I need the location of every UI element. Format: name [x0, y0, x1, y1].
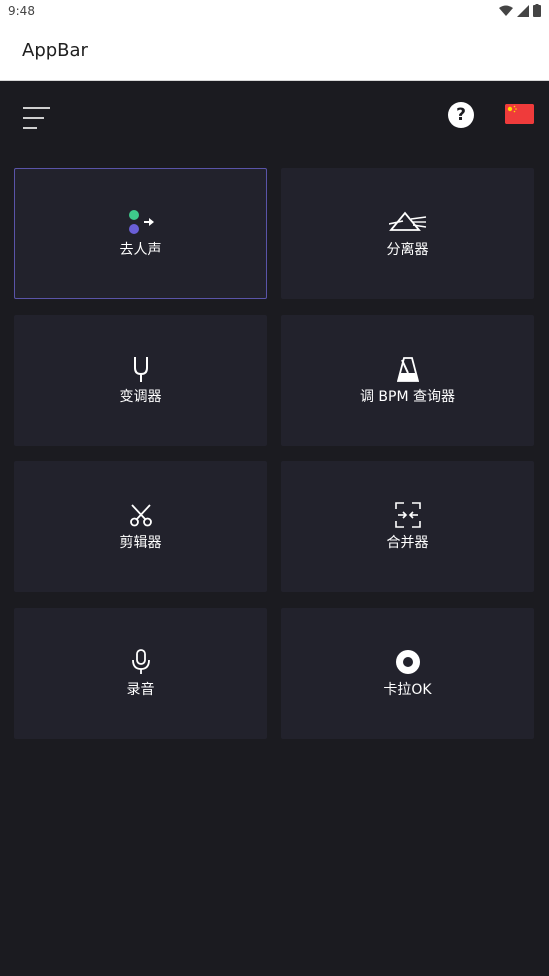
microphone-icon — [131, 648, 151, 675]
app-bar-title: AppBar — [22, 40, 88, 61]
tile-label: 卡拉OK — [383, 681, 432, 698]
toolbar: ? — [0, 81, 549, 151]
tuning-fork-icon — [132, 356, 150, 382]
tile-label: 录音 — [126, 681, 155, 698]
signal-icon — [517, 4, 529, 17]
tile-pitch-changer[interactable]: 变调器 — [14, 315, 267, 446]
karaoke-disc-icon — [395, 649, 421, 675]
tile-bpm-finder[interactable]: 调 BPM 查询器 — [281, 315, 534, 446]
status-icons — [499, 4, 541, 17]
tile-merger[interactable]: 合并器 — [281, 461, 534, 592]
app-bar: AppBar — [0, 24, 549, 81]
wifi-icon — [499, 5, 513, 16]
tile-label: 调 BPM 查询器 — [359, 388, 456, 405]
tile-editor[interactable]: 剪辑器 — [14, 461, 267, 592]
help-icon: ? — [456, 105, 466, 125]
prism-split-icon — [388, 209, 427, 235]
menu-button[interactable] — [22, 105, 52, 131]
status-time: 9:48 — [8, 4, 35, 18]
tile-karaoke[interactable]: 卡拉OK — [281, 608, 534, 739]
status-bar: 9:48 — [0, 0, 549, 24]
tile-splitter[interactable]: 分离器 — [281, 168, 534, 299]
help-button[interactable]: ? — [448, 102, 474, 128]
vocal-remove-icon — [126, 209, 156, 235]
language-flag-button[interactable] — [505, 104, 534, 124]
battery-icon — [533, 4, 541, 17]
tile-label: 剪辑器 — [119, 534, 162, 551]
tile-record[interactable]: 录音 — [14, 608, 267, 739]
tile-label: 合并器 — [386, 534, 429, 551]
china-flag-icon — [505, 104, 534, 124]
merge-icon — [394, 501, 421, 528]
tile-label: 去人声 — [119, 241, 162, 258]
tile-vocal-remove[interactable]: 去人声 — [14, 168, 267, 299]
menu-icon — [23, 107, 50, 129]
tile-label: 变调器 — [119, 388, 162, 405]
tile-label: 分离器 — [386, 241, 429, 258]
metronome-icon — [396, 356, 419, 382]
scissors-icon — [129, 502, 153, 528]
